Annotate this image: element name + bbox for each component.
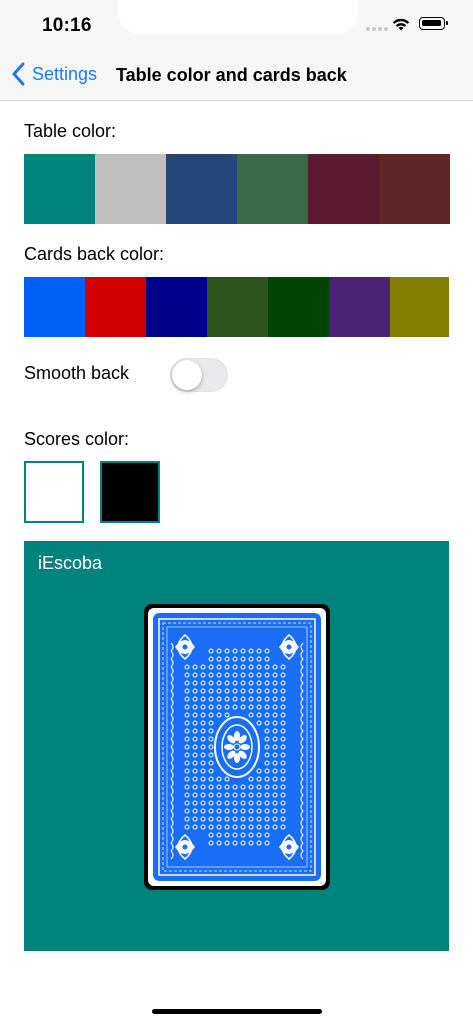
- status-time: 10:16: [42, 15, 92, 36]
- wifi-icon: [392, 18, 410, 31]
- cellular-signal-icon: [366, 27, 388, 31]
- cards-back-color-swatch-1[interactable]: [24, 277, 85, 337]
- cards-back-color-swatch-5[interactable]: [268, 277, 329, 337]
- table-color-swatch-4[interactable]: [237, 154, 308, 224]
- battery-icon: [419, 17, 448, 30]
- back-button-label: Settings: [32, 63, 98, 84]
- table-color-swatch-6[interactable]: [379, 154, 450, 224]
- cards-back-color-swatch-4[interactable]: [207, 277, 268, 337]
- table-color-swatches: [24, 154, 450, 224]
- cards-back-color-swatches: [24, 277, 449, 337]
- notch: [118, 0, 358, 34]
- table-color-swatch-5[interactable]: [308, 154, 379, 224]
- back-button[interactable]: Settings: [12, 62, 97, 86]
- scores-color-black-swatch[interactable]: [100, 461, 160, 523]
- card-back-preview: [144, 604, 330, 890]
- cards-back-color-swatch-2[interactable]: [85, 277, 146, 337]
- table-color-swatch-3[interactable]: [166, 154, 237, 224]
- navigation-bar: Settings Table color and cards back: [0, 52, 473, 101]
- home-indicator: [152, 1009, 322, 1014]
- preview-app-title: iEscoba: [38, 553, 103, 573]
- scores-color-label: Scores color:: [24, 429, 130, 449]
- table-color-label: Table color:: [24, 121, 117, 141]
- table-color-swatch-2[interactable]: [95, 154, 166, 224]
- cards-back-color-swatch-3[interactable]: [146, 277, 207, 337]
- chevron-left-icon: [12, 62, 25, 86]
- status-bar: 10:16: [0, 0, 473, 52]
- scores-color-white-swatch[interactable]: [24, 461, 84, 523]
- card-back-pattern: [153, 613, 321, 881]
- cards-back-color-label: Cards back color:: [24, 244, 165, 264]
- toggle-knob: [172, 360, 202, 390]
- table-color-swatch-1[interactable]: [24, 154, 95, 224]
- page-title: Table color and cards back: [116, 65, 347, 85]
- table-preview: iEscoba: [24, 541, 449, 951]
- smooth-back-toggle[interactable]: [170, 358, 228, 392]
- smooth-back-label: Smooth back: [24, 363, 130, 383]
- cards-back-color-swatch-6[interactable]: [329, 277, 390, 337]
- cards-back-color-swatch-7[interactable]: [390, 277, 449, 337]
